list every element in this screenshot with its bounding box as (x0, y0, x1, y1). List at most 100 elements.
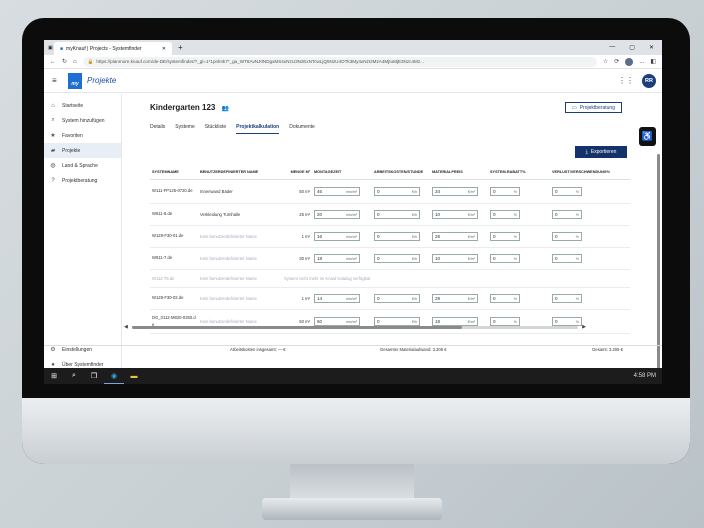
browser-tab[interactable]: ■ myKnauf | Projects - Systemfinder ✕ (54, 42, 172, 55)
file-explorer-icon[interactable]: ▬ (124, 368, 144, 384)
verlust-input[interactable]: 0% (552, 232, 582, 241)
sidebar-item-label: Projekte (62, 147, 81, 154)
arbeitskosten-value: 0 (377, 296, 380, 301)
col-materialpreis[interactable]: Materialpreis (432, 170, 490, 174)
arbeitskosten-input[interactable]: 0 €/h (374, 294, 420, 303)
rabatt-input[interactable]: 0% (490, 254, 520, 263)
export-label: Exportieren (590, 149, 617, 155)
col-montagezeit[interactable]: Montagezeit (314, 170, 374, 174)
url-field[interactable]: 🔒 https://planmore.knauf.com/de-DE/syste… (82, 56, 597, 67)
taskbar: ⊞ ⌕ ❒ ◉ ▬ 4:58 PM (44, 368, 662, 384)
close-window-icon[interactable]: ✕ (649, 44, 654, 51)
col-rabatt[interactable]: System-Rabatt% (490, 170, 552, 174)
sidebar-item-land-sprache[interactable]: ◍ Land & Sprache (44, 158, 121, 173)
rabatt-input[interactable]: 0% (490, 187, 520, 196)
verlust-input[interactable]: 0% (552, 294, 582, 303)
scroll-right-icon[interactable]: ▶ (582, 324, 586, 330)
col-verlust[interactable]: Verlust/Verschwendung% (552, 170, 622, 174)
verlust-input[interactable]: 0% (552, 210, 582, 219)
rabatt-input[interactable]: 0% (490, 294, 520, 303)
custom-name[interactable]: Kein benutzerdefinierter Name (200, 234, 280, 239)
verlust-value: 0 (555, 212, 558, 217)
verlust-input[interactable]: 0% (552, 187, 582, 196)
col-systemname[interactable]: Systemname (150, 170, 200, 174)
projektberatung-button[interactable]: ▭ Projektberatung (564, 102, 622, 113)
rabatt-value: 0 (493, 296, 496, 301)
materialpreis-input[interactable]: 10 €/m² (432, 210, 478, 219)
horizontal-scrollbar[interactable]: ◀ ▶ (124, 324, 586, 330)
system-name[interactable]: W112-75.de (150, 276, 200, 281)
vertical-scrollbar[interactable] (657, 154, 660, 374)
tab-systeme[interactable]: Systeme (175, 124, 194, 134)
montagezeit-input[interactable]: 46 min/m² (314, 187, 360, 196)
people-icon[interactable]: 👥 (222, 106, 229, 112)
custom-name[interactable]: Innenwand Bäder (200, 189, 280, 194)
sidebar-item-projektberatung[interactable]: ? Projektberatung (44, 173, 121, 188)
sidebar-item-system-hinzufuegen[interactable]: ⌕ System hinzufügen (44, 113, 121, 128)
sidebar-item-projekte[interactable]: ▰ Projekte (44, 143, 121, 158)
custom-name[interactable]: Kein benutzerdefinierter Name (200, 256, 280, 261)
system-name[interactable]: W128-F30-01.de (150, 233, 200, 239)
arbeitskosten-input[interactable]: 0 €/h (374, 254, 420, 263)
arbeitskosten-input[interactable]: 0 €/h (374, 210, 420, 219)
montagezeit-input[interactable]: 20 min/m² (314, 210, 360, 219)
arbeitskosten-input[interactable]: 0 €/h (374, 187, 420, 196)
montagezeit-input[interactable]: 18 min/m² (314, 254, 360, 263)
col-custom-name[interactable]: Benutzerdefinierter Name (200, 170, 280, 174)
materialpreis-input[interactable]: 34 €/m² (432, 187, 478, 196)
search-icon: ⌕ (51, 117, 55, 123)
tab-details[interactable]: Details (150, 124, 165, 134)
close-tab-icon[interactable]: ✕ (162, 46, 166, 52)
sidebar-item-favoriten[interactable]: ★ Favoriten (44, 128, 121, 143)
materialpreis-input[interactable]: 29 €/m² (432, 294, 478, 303)
edge-browser-icon[interactable]: ◉ (104, 368, 124, 384)
tab-dokumente[interactable]: Dokumente (289, 124, 315, 134)
sidebar-item-startseite[interactable]: ⌂ Startseite (44, 98, 121, 113)
browser-menu-icon[interactable]: ... (639, 59, 644, 65)
tab-stueckliste[interactable]: Stückliste (205, 124, 226, 134)
export-button[interactable]: ⤓ Exportieren (575, 146, 627, 158)
sidebar-toggle-icon[interactable]: ◧ (650, 58, 656, 65)
montagezeit-input[interactable]: 16 min/m² (314, 232, 360, 241)
apps-grid-icon[interactable]: ⋮⋮ (618, 76, 634, 85)
col-menge[interactable]: Menge m² (280, 170, 314, 174)
arbeitskosten-input[interactable]: 0 €/h (374, 232, 420, 241)
rabatt-input[interactable]: 0% (490, 210, 520, 219)
montagezeit-value: 20 (317, 212, 323, 217)
quantity: 25 m² (299, 212, 310, 217)
rabatt-value: 0 (493, 256, 496, 261)
montagezeit-input[interactable]: 14 min/m² (314, 294, 360, 303)
task-view-icon[interactable]: ❒ (84, 368, 104, 384)
custom-name[interactable]: Kein benutzerdefinierter Name (200, 296, 280, 301)
verlust-input[interactable]: 0% (552, 254, 582, 263)
system-name[interactable]: W111-FP125-0720.de (150, 188, 200, 194)
hamburger-icon[interactable]: ≡ (52, 76, 62, 85)
system-name[interactable]: W611-8.de (150, 211, 200, 217)
scroll-left-icon[interactable]: ◀ (124, 324, 128, 330)
windows-start-icon[interactable]: ⊞ (44, 368, 64, 384)
calendar-icon: ▭ (571, 104, 577, 111)
materialpreis-input[interactable]: 10 €/m² (432, 254, 478, 263)
accessibility-icon[interactable]: ♿ (639, 127, 656, 146)
home-browser-icon[interactable]: ⌂ (73, 59, 77, 65)
back-icon[interactable]: ← (50, 59, 56, 65)
download-icon: ⤓ (585, 149, 588, 155)
search-taskbar-icon[interactable]: ⌕ (64, 368, 84, 384)
col-arbeitskosten[interactable]: Arbeitskosten/Stunde (374, 170, 432, 174)
tab-projektkalkulation[interactable]: Projektkalkulation (236, 124, 280, 134)
new-tab-button[interactable]: + (178, 43, 183, 52)
user-avatar[interactable]: RR (642, 73, 656, 88)
system-name[interactable]: W611-7.de (150, 255, 200, 261)
custom-name[interactable]: Verkleidung Turnhalle (200, 212, 280, 217)
browser-profile-avatar[interactable] (625, 57, 634, 66)
table-row: W611-7.de Kein benutzerdefinierter Name 30… (150, 248, 630, 270)
system-name[interactable]: W128-F30-02.de (150, 295, 200, 301)
minimize-icon[interactable]: — (609, 44, 615, 51)
project-title: Kindergarten 123 (150, 103, 216, 112)
materialpreis-input[interactable]: 26 €/m² (432, 232, 478, 241)
reload-icon[interactable]: ↻ (62, 58, 67, 65)
favorites-icon[interactable]: ☆ (603, 58, 608, 65)
maximize-icon[interactable]: ▢ (629, 44, 635, 51)
rabatt-input[interactable]: 0% (490, 232, 520, 241)
refresh-page-icon[interactable]: ⟳ (614, 58, 619, 65)
